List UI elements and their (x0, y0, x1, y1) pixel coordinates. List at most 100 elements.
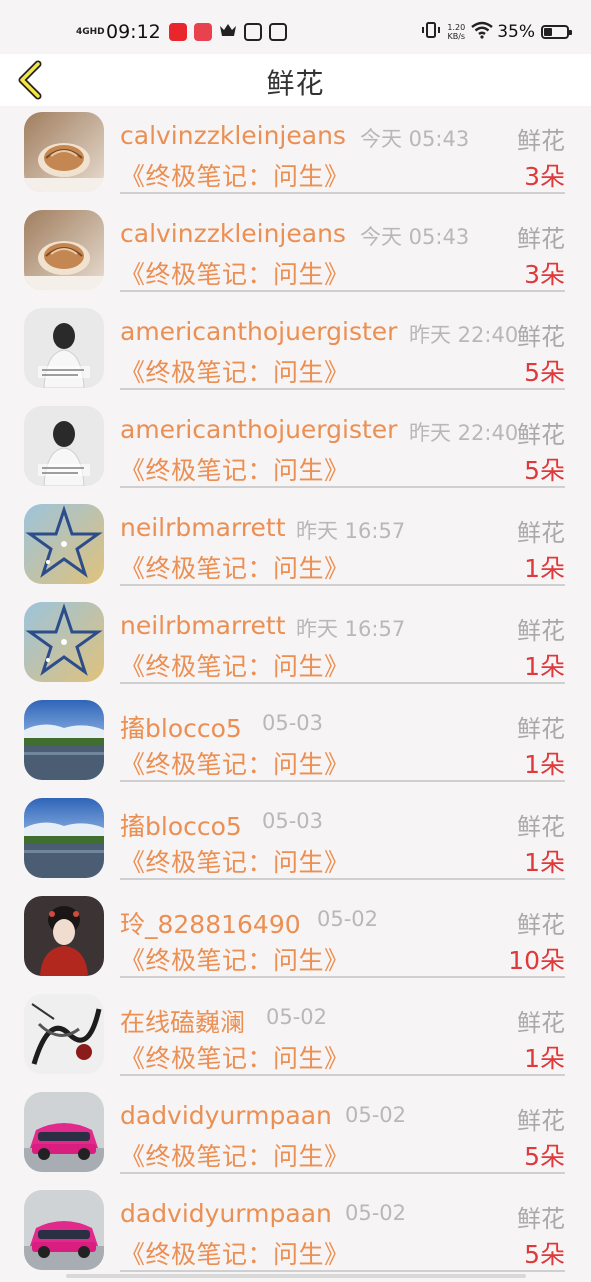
timestamp: 昨天 22:40 (409, 319, 518, 349)
row-divider (120, 290, 565, 292)
flower-count: 1朵 (524, 745, 565, 781)
ink-art-avatar[interactable] (24, 994, 104, 1074)
list-item[interactable]: dadvidyurmpaan05-02鲜花《终极笔记：问生》5朵 (0, 1184, 591, 1282)
square-app-icon (269, 23, 287, 41)
gift-type-label: 鲜花 (517, 317, 565, 352)
row-divider (120, 1074, 565, 1076)
username[interactable]: neilrbmarrett (120, 513, 286, 542)
book-title[interactable]: 《终极笔记：问生》 (120, 157, 350, 193)
gift-type-label: 鲜花 (517, 1003, 565, 1038)
timestamp: 昨天 16:57 (296, 613, 405, 643)
row-divider (120, 1172, 565, 1174)
list-item[interactable]: 搐blocco5 05-03 鲜花《终极笔记：问生》 1朵 (0, 792, 591, 890)
gift-type-label: 鲜花 (517, 807, 565, 842)
seashell-avatar[interactable] (24, 210, 104, 290)
girl-back-avatar[interactable] (24, 406, 104, 486)
flower-count: 5朵 (524, 1137, 565, 1173)
timestamp: 05-02 (266, 1005, 327, 1029)
gift-type-label: 鲜花 (517, 415, 565, 450)
timestamp: 今天 05:43 (360, 221, 469, 251)
gift-type-label: 鲜花 (517, 121, 565, 156)
gift-type-label: 鲜花 (517, 219, 565, 254)
timestamp: 05-03 (262, 711, 323, 735)
row-divider (120, 682, 565, 684)
app-notification-icon (169, 23, 187, 41)
seashell-avatar[interactable] (24, 112, 104, 192)
flower-gift-list: calvinzzkleinjeans今天 05:43鲜花《终极笔记：问生》3朵c… (0, 106, 591, 1282)
flower-count: 1朵 (524, 843, 565, 879)
star-avatar[interactable] (24, 602, 104, 682)
username[interactable]: 搐blocco5 (120, 807, 242, 843)
girl-back-avatar[interactable] (24, 308, 104, 388)
username[interactable]: americanthojuergister (120, 317, 397, 346)
landscape-avatar[interactable] (24, 700, 104, 780)
vibrate-icon (421, 21, 441, 43)
timestamp: 昨天 16:57 (296, 515, 405, 545)
battery-icon (541, 25, 569, 39)
book-title[interactable]: 《终极笔记：问生》 (120, 1235, 350, 1271)
flower-count: 1朵 (524, 549, 565, 585)
list-item[interactable]: neilrbmarrett 昨天 16:57 鲜花《终极笔记：问生》 1朵 (0, 596, 591, 694)
timestamp: 今天 05:43 (360, 123, 469, 153)
list-item[interactable]: americanthojuergister昨天 22:40鲜花《终极笔记：问生》… (0, 400, 591, 498)
book-title[interactable]: 《终极笔记：问生》 (120, 451, 350, 487)
row-divider (120, 1270, 565, 1272)
username[interactable]: dadvidyurmpaan (120, 1199, 332, 1228)
username[interactable]: 搐blocco5 (120, 709, 242, 745)
username[interactable]: neilrbmarrett (120, 611, 286, 640)
landscape-avatar[interactable] (24, 798, 104, 878)
flower-count: 5朵 (524, 1235, 565, 1271)
username[interactable]: dadvidyurmpaan (120, 1101, 332, 1130)
battery-percent: 35% (497, 22, 535, 42)
gift-type-label: 鲜花 (517, 611, 565, 646)
wifi-icon (471, 21, 493, 43)
row-divider (120, 584, 565, 586)
list-item[interactable]: 玲_82881649005-02鲜花《终极笔记：问生》10朵 (0, 890, 591, 988)
book-title[interactable]: 《终极笔记：问生》 (120, 255, 350, 291)
star-avatar[interactable] (24, 504, 104, 584)
username[interactable]: calvinzzkleinjeans (120, 219, 346, 248)
timestamp: 05-02 (317, 907, 378, 931)
book-title[interactable]: 《终极笔记：问生》 (120, 941, 350, 977)
row-divider (120, 192, 565, 194)
chat-app-icon (244, 23, 262, 41)
list-item[interactable]: 搐blocco5 05-03 鲜花《终极笔记：问生》 1朵 (0, 694, 591, 792)
row-divider (120, 486, 565, 488)
flower-count: 5朵 (524, 451, 565, 487)
list-item[interactable]: 在线磕巍澜 05-02 鲜花《终极笔记：问生》 1朵 (0, 988, 591, 1086)
flower-count: 1朵 (524, 1039, 565, 1075)
book-title[interactable]: 《终极笔记：问生》 (120, 647, 350, 683)
username[interactable]: 玲_828816490 (120, 905, 301, 941)
status-bar: 4GHD 09:12 1.20 KB/s 35% (0, 0, 591, 54)
username[interactable]: calvinzzkleinjeans (120, 121, 346, 150)
pink-car-avatar[interactable] (24, 1092, 104, 1172)
speed-value: 1.20 (447, 23, 465, 32)
flower-count: 1朵 (524, 647, 565, 683)
book-title[interactable]: 《终极笔记：问生》 (120, 843, 350, 879)
timestamp: 05-03 (262, 809, 323, 833)
list-item[interactable]: dadvidyurmpaan05-02鲜花《终极笔记：问生》5朵 (0, 1086, 591, 1184)
list-item[interactable]: neilrbmarrett昨天 16:57鲜花《终极笔记：问生》1朵 (0, 498, 591, 596)
pink-car-avatar[interactable] (24, 1190, 104, 1270)
network-speed: 1.20 KB/s (447, 23, 465, 41)
gift-type-label: 鲜花 (517, 905, 565, 940)
username[interactable]: americanthojuergister (120, 415, 397, 444)
list-item[interactable]: calvinzzkleinjeans 今天 05:43 鲜花《终极笔记：问生》 3朵 (0, 204, 591, 302)
flower-count: 3朵 (524, 255, 565, 291)
row-divider (120, 780, 565, 782)
book-title[interactable]: 《终极笔记：问生》 (120, 1137, 350, 1173)
book-title[interactable]: 《终极笔记：问生》 (120, 353, 350, 389)
timestamp: 05-02 (345, 1201, 406, 1225)
hanfu-girl-avatar[interactable] (24, 896, 104, 976)
book-title[interactable]: 《终极笔记：问生》 (120, 745, 350, 781)
gift-type-label: 鲜花 (517, 709, 565, 744)
book-title[interactable]: 《终极笔记：问生》 (120, 1039, 350, 1075)
heart-app-icon (194, 23, 212, 41)
list-item[interactable]: calvinzzkleinjeans今天 05:43鲜花《终极笔记：问生》3朵 (0, 106, 591, 204)
username[interactable]: 在线磕巍澜 (120, 1003, 245, 1039)
book-title[interactable]: 《终极笔记：问生》 (120, 549, 350, 585)
network-indicator: 4GHD (76, 28, 102, 37)
list-item[interactable]: americanthojuergister 昨天 22:40鲜花《终极笔记：问生》… (0, 302, 591, 400)
crown-icon (219, 22, 237, 42)
page-title: 鲜花 (0, 62, 591, 102)
